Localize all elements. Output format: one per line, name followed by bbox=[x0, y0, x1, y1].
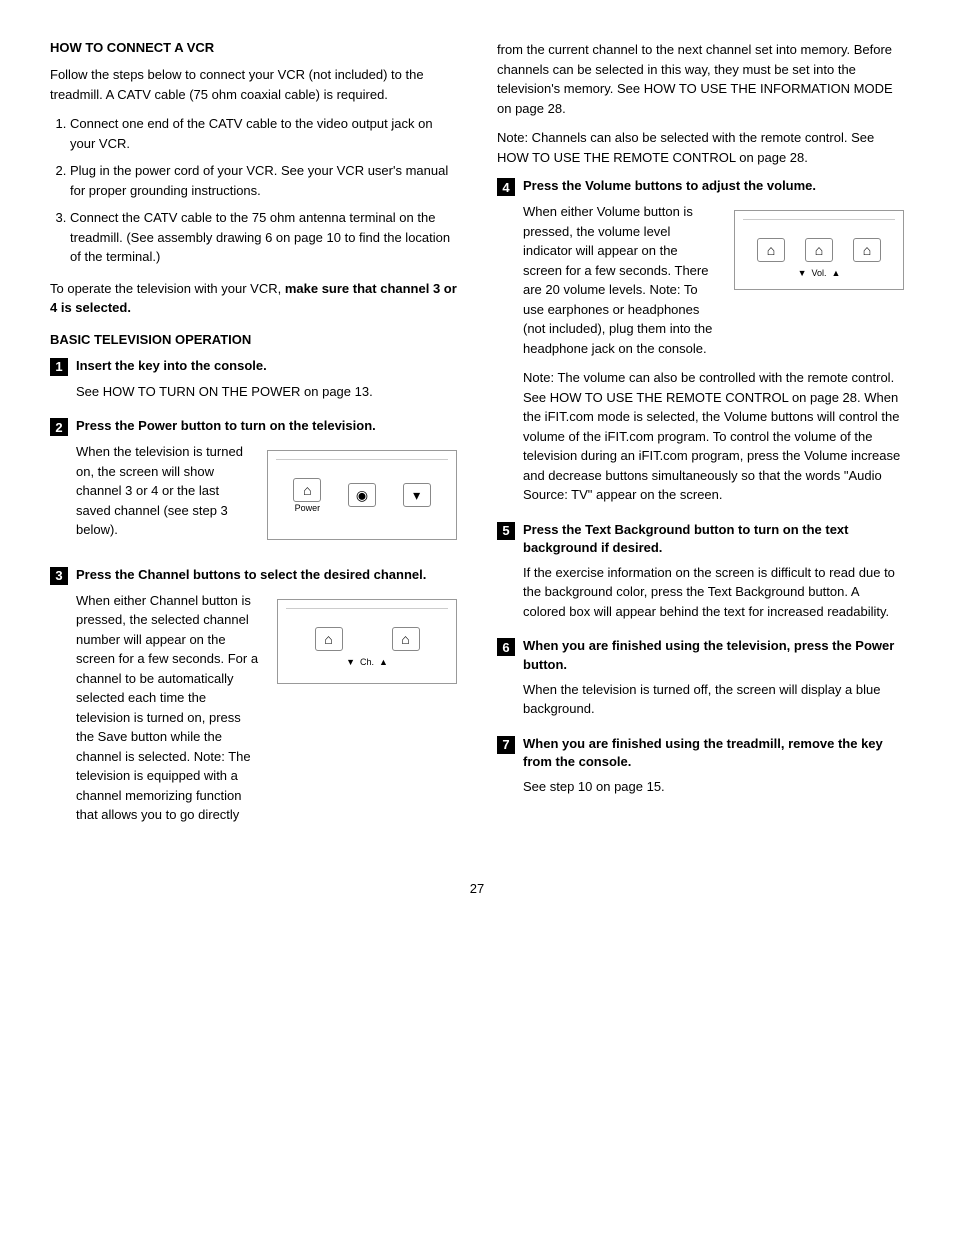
step-4-text: When either Volume button is pressed, th… bbox=[523, 202, 718, 358]
vol-arrow-label: ▼ Vol. ▲ bbox=[735, 268, 903, 278]
vol-extra-btn-icon: ⌂ bbox=[853, 238, 881, 262]
step-6-header: 6 When you are finished using the televi… bbox=[497, 637, 904, 673]
vol-down-btn-group: ⌂ bbox=[757, 238, 785, 262]
step-3-number: 3 bbox=[50, 567, 68, 585]
tv-line bbox=[276, 459, 448, 460]
ch-btn-group: ◉ bbox=[348, 483, 376, 508]
tv-line-4 bbox=[743, 219, 895, 220]
power-btn-group: ⌂ Power bbox=[293, 478, 321, 513]
list-item: Connect the CATV cable to the 75 ohm ant… bbox=[70, 208, 457, 267]
step-2-content: When the television is turned on, the sc… bbox=[76, 442, 457, 550]
vol-extra-btn-group: ⌂ bbox=[853, 238, 881, 262]
step-3-diagram: ⌂ ⌂ ▼ Ch. ▲ bbox=[277, 591, 457, 692]
step-4-content: When either Volume button is pressed, th… bbox=[523, 202, 904, 368]
vol-up-btn-group: ⌂ bbox=[805, 238, 833, 262]
tv-screen-diagram-4: ⌂ ⌂ ⌂ ▼ Vol. ▲ bbox=[734, 210, 904, 290]
step-5: 5 Press the Text Background button to tu… bbox=[497, 521, 904, 622]
tv-button-row-4: ⌂ ⌂ ⌂ bbox=[735, 228, 903, 266]
step-6: 6 When you are finished using the televi… bbox=[497, 637, 904, 718]
step-7-title: When you are finished using the treadmil… bbox=[523, 735, 904, 771]
step-2: 2 Press the Power button to turn on the … bbox=[50, 417, 457, 550]
step-4-diagram: ⌂ ⌂ ⌂ ▼ Vol. ▲ bbox=[734, 202, 904, 298]
step-5-number: 5 bbox=[497, 522, 515, 540]
power-btn-label: Power bbox=[295, 503, 321, 513]
step-4-title: Press the Volume buttons to adjust the v… bbox=[523, 177, 816, 195]
step-2-text: When the television is turned on, the sc… bbox=[76, 442, 251, 540]
step-3-text-col: When either Channel button is pressed, t… bbox=[76, 591, 261, 835]
vcr-steps-list: Connect one end of the CATV cable to the… bbox=[70, 114, 457, 267]
step-7-number: 7 bbox=[497, 736, 515, 754]
step-5-body: If the exercise information on the scree… bbox=[497, 563, 904, 622]
tv-line-3 bbox=[286, 608, 448, 609]
page-number: 27 bbox=[50, 881, 904, 896]
step-4-header: 4 Press the Volume buttons to adjust the… bbox=[497, 177, 904, 196]
section2-title: BASIC TELEVISION OPERATION bbox=[50, 332, 457, 347]
step-2-header: 2 Press the Power button to turn on the … bbox=[50, 417, 457, 436]
step-4-text-col: When either Volume button is pressed, th… bbox=[523, 202, 718, 368]
ch-down-btn-icon: ⌂ bbox=[315, 627, 343, 651]
step-6-text: When the television is turned off, the s… bbox=[523, 680, 904, 719]
tv-button-row-3: ⌂ ⌂ bbox=[278, 617, 456, 655]
step-1-text: See HOW TO TURN ON THE POWER on page 13. bbox=[76, 382, 457, 402]
tv-screen-diagram-2: ⌂ Power ◉ ▾ bbox=[267, 450, 457, 540]
step-6-body: When the television is turned off, the s… bbox=[497, 680, 904, 719]
ch-btn-icon: ◉ bbox=[348, 483, 376, 507]
right-column: from the current channel to the next cha… bbox=[497, 40, 904, 851]
list-item: Connect one end of the CATV cable to the… bbox=[70, 114, 457, 153]
page: HOW TO CONNECT A VCR Follow the steps be… bbox=[0, 0, 954, 1235]
step-1-title: Insert the key into the console. bbox=[76, 357, 267, 375]
left-column: HOW TO CONNECT A VCR Follow the steps be… bbox=[50, 40, 457, 851]
step-3-content: When either Channel button is pressed, t… bbox=[76, 591, 457, 835]
power-btn-icon: ⌂ bbox=[293, 478, 321, 502]
step-2-body: When the television is turned on, the sc… bbox=[50, 442, 457, 550]
step-5-header: 5 Press the Text Background button to tu… bbox=[497, 521, 904, 557]
ch-up-btn-icon: ⌂ bbox=[392, 627, 420, 651]
step-4: 4 Press the Volume buttons to adjust the… bbox=[497, 177, 904, 505]
step-3-title: Press the Channel buttons to select the … bbox=[76, 566, 426, 584]
step-2-number: 2 bbox=[50, 418, 68, 436]
step-4-number: 4 bbox=[497, 178, 515, 196]
ch-arrow-label: ▼ Ch. ▲ bbox=[278, 657, 456, 667]
two-column-layout: HOW TO CONNECT A VCR Follow the steps be… bbox=[50, 40, 904, 851]
step-5-text: If the exercise information on the scree… bbox=[523, 563, 904, 622]
list-item: Plug in the power cord of your VCR. See … bbox=[70, 161, 457, 200]
section1-intro: Follow the steps below to connect your V… bbox=[50, 65, 457, 104]
channels-note: Note: Channels can also be selected with… bbox=[497, 128, 904, 167]
tv-button-row-2: ⌂ Power ◉ ▾ bbox=[268, 468, 456, 517]
arrow-btn-group: ▾ bbox=[403, 483, 431, 508]
ch-up-btn-group: ⌂ bbox=[392, 627, 420, 651]
step-7-body: See step 10 on page 15. bbox=[497, 777, 904, 797]
vol-down-btn-icon: ⌂ bbox=[757, 238, 785, 262]
step-1-header: 1 Insert the key into the console. bbox=[50, 357, 457, 376]
step-6-number: 6 bbox=[497, 638, 515, 656]
vol-up-btn-icon: ⌂ bbox=[805, 238, 833, 262]
section1-title: HOW TO CONNECT A VCR bbox=[50, 40, 457, 55]
step-2-title: Press the Power button to turn on the te… bbox=[76, 417, 376, 435]
vcr-note: To operate the television with your VCR,… bbox=[50, 279, 457, 318]
step-4-note: Note: The volume can also be controlled … bbox=[523, 368, 904, 505]
step-3-text: When either Channel button is pressed, t… bbox=[76, 591, 261, 825]
step-4-body: When either Volume button is pressed, th… bbox=[497, 202, 904, 505]
step-3-body: When either Channel button is pressed, t… bbox=[50, 591, 457, 835]
step-2-diagram: ⌂ Power ◉ ▾ bbox=[267, 442, 457, 548]
step-3: 3 Press the Channel buttons to select th… bbox=[50, 566, 457, 835]
step-1: 1 Insert the key into the console. See H… bbox=[50, 357, 457, 402]
step-1-number: 1 bbox=[50, 358, 68, 376]
step-3-header: 3 Press the Channel buttons to select th… bbox=[50, 566, 457, 585]
ch-down-btn-group: ⌂ bbox=[315, 627, 343, 651]
step-7: 7 When you are finished using the treadm… bbox=[497, 735, 904, 797]
step-2-text-col: When the television is turned on, the sc… bbox=[76, 442, 251, 550]
step-6-title: When you are finished using the televisi… bbox=[523, 637, 904, 673]
step-7-text: See step 10 on page 15. bbox=[523, 777, 904, 797]
arrow-btn-icon: ▾ bbox=[403, 483, 431, 507]
continuation-text: from the current channel to the next cha… bbox=[497, 40, 904, 118]
step-1-body: See HOW TO TURN ON THE POWER on page 13. bbox=[50, 382, 457, 402]
step-7-header: 7 When you are finished using the treadm… bbox=[497, 735, 904, 771]
tv-screen-diagram-3: ⌂ ⌂ ▼ Ch. ▲ bbox=[277, 599, 457, 684]
vcr-note-normal: To operate the television with your VCR, bbox=[50, 281, 285, 296]
step-5-title: Press the Text Background button to turn… bbox=[523, 521, 904, 557]
